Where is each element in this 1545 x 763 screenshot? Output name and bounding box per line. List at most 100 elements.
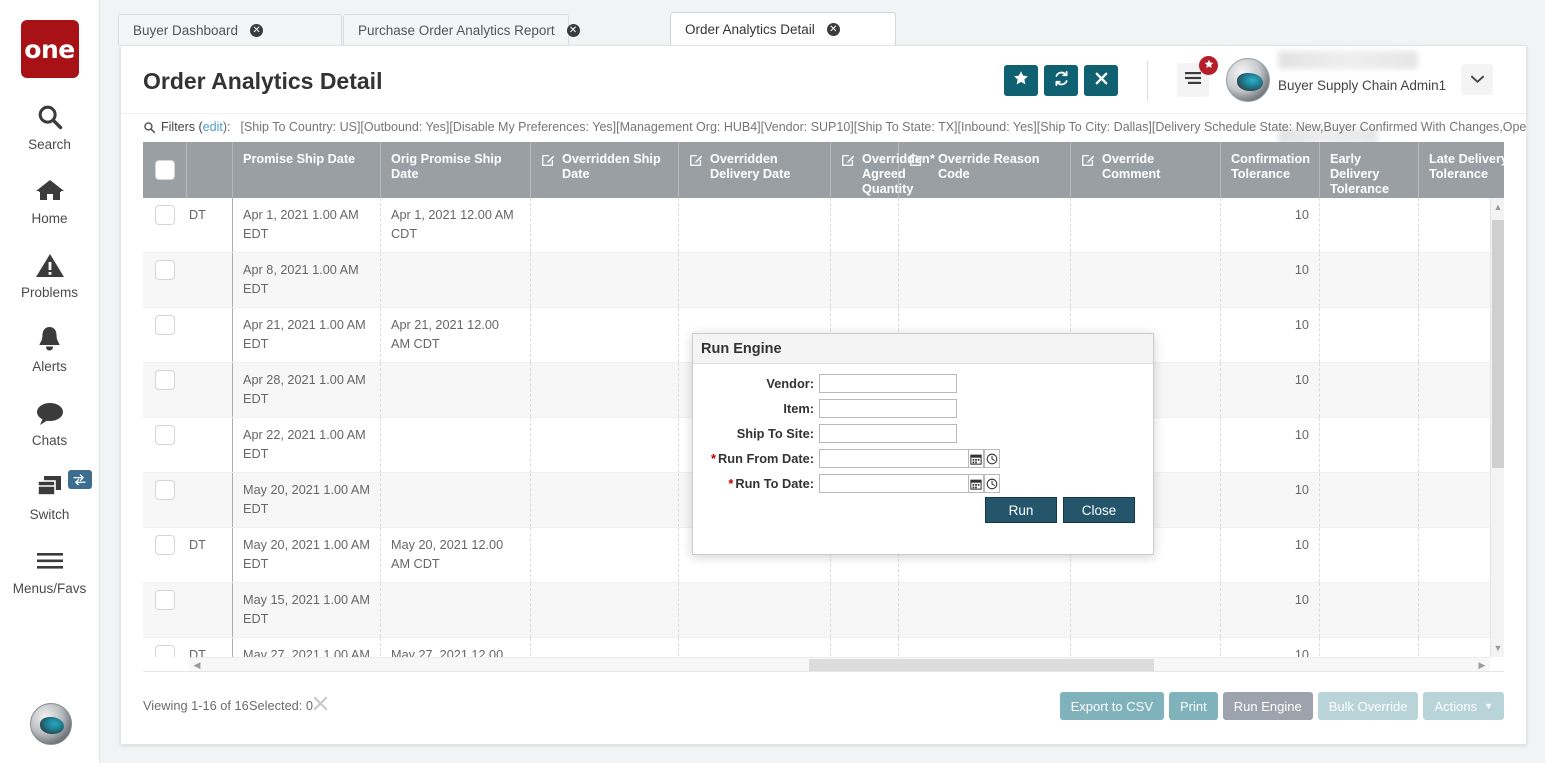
table-row[interactable]: DT Apr 1, 2021 1.00 AM EDT Apr 1, 2021 12.… xyxy=(143,198,1504,253)
cell-overridden-ship-date xyxy=(531,418,679,472)
vertical-scroll-thumb[interactable] xyxy=(1492,220,1504,468)
row-checkbox[interactable] xyxy=(155,590,175,610)
row-checkbox[interactable] xyxy=(155,645,175,657)
scroll-up-icon[interactable]: ▲ xyxy=(1491,198,1504,216)
export-to-csv-button[interactable]: Export to CSV xyxy=(1059,692,1164,720)
column-header[interactable]: Overridden Delivery Date xyxy=(679,142,831,198)
row-checkbox[interactable] xyxy=(155,535,175,555)
user-menu-dropdown[interactable] xyxy=(1461,64,1493,95)
row-select-cell[interactable] xyxy=(143,363,187,417)
horizontal-scroll-thumb[interactable] xyxy=(809,659,1154,671)
scroll-left-icon[interactable]: ◀ xyxy=(189,658,205,671)
scroll-right-icon[interactable]: ▶ xyxy=(1474,658,1490,671)
cell-promise-ship-date: May 27, 2021 1.00 AM EDT xyxy=(233,638,381,657)
grid-horizontal-scrollbar[interactable]: ◀ ▶ xyxy=(189,657,1490,671)
column-header[interactable]: Early Delivery Tolerance xyxy=(1320,142,1419,198)
close-icon[interactable]: ✕ xyxy=(566,24,580,37)
row-checkbox[interactable] xyxy=(155,425,175,445)
vendor-input[interactable] xyxy=(819,374,957,393)
column-header[interactable]: Override Comment xyxy=(1071,142,1221,198)
page-title: Order Analytics Detail xyxy=(143,68,383,94)
table-row[interactable]: May 15, 2021 1.00 AM EDT10M xyxy=(143,583,1504,638)
close-icon[interactable]: ✕ xyxy=(250,24,264,37)
column-header[interactable]: Orig Promise Ship Date xyxy=(381,142,531,198)
chevron-down-icon xyxy=(1470,71,1484,89)
grid-footer: Viewing 1-16 of 16 Selected: 0 Export to… xyxy=(121,672,1526,744)
sidebar-item-search[interactable]: Search xyxy=(0,100,100,152)
cell-early-delivery-tolerance xyxy=(1320,308,1419,362)
cell-overridden-agreed-quantity xyxy=(831,198,899,252)
row-checkbox[interactable] xyxy=(155,205,175,225)
row-select-cell[interactable] xyxy=(143,473,187,527)
cell-override-reason-code xyxy=(899,583,1071,637)
column-header[interactable]: Promise Ship Date xyxy=(233,142,381,198)
tab-purchase-order-analytics-report[interactable]: Purchase Order Analytics Report ✕ xyxy=(343,14,580,46)
cell-orig-promise-ship-date xyxy=(381,363,531,417)
row-select-cell[interactable] xyxy=(143,638,187,657)
form-row: * Run From Date: xyxy=(693,449,1153,468)
run-from-date-input[interactable] xyxy=(819,449,968,468)
column-header[interactable]: Overridden Ship Date xyxy=(531,142,679,198)
ship-to-site-input[interactable] xyxy=(819,424,957,443)
filters-edit-link[interactable]: edit xyxy=(203,120,223,134)
column-header[interactable]: Late Delivery Tolerance xyxy=(1419,142,1504,198)
column-header[interactable]: Confirmation Tolerance xyxy=(1221,142,1320,198)
print-button[interactable]: Print xyxy=(1169,692,1218,720)
calendar-icon[interactable] xyxy=(968,474,984,493)
cell-override-comment xyxy=(1071,583,1221,637)
row-checkbox[interactable] xyxy=(155,370,175,390)
dialog-button-group: Run Close xyxy=(985,497,1135,523)
actions-button[interactable]: Actions ▼ xyxy=(1423,692,1504,720)
frozen-partial-cell xyxy=(187,253,233,307)
run-to-date-input[interactable] xyxy=(819,474,968,493)
row-select-cell[interactable] xyxy=(143,253,187,307)
row-select-cell[interactable] xyxy=(143,198,187,252)
sidebar-item-alerts[interactable]: Alerts xyxy=(0,322,100,374)
row-select-cell[interactable] xyxy=(143,528,187,582)
table-row[interactable]: DTMay 27, 2021 1.00 AM EDTMay 27, 2021 1… xyxy=(143,638,1504,657)
row-checkbox[interactable] xyxy=(155,315,175,335)
close-dialog-button[interactable]: Close xyxy=(1063,497,1135,523)
sidebar-item-home[interactable]: Home xyxy=(0,174,100,226)
cell-orig-promise-ship-date: Apr 21, 2021 12.00 AM CDT xyxy=(381,308,531,362)
scroll-down-icon[interactable]: ▼ xyxy=(1491,639,1504,657)
refresh-button[interactable] xyxy=(1044,65,1078,96)
select-all-checkbox[interactable] xyxy=(154,160,175,180)
tab-order-analytics-detail[interactable]: Order Analytics Detail ✕ xyxy=(670,12,896,47)
run-button[interactable]: Run xyxy=(985,497,1057,523)
calendar-icon[interactable] xyxy=(968,449,984,468)
close-icon[interactable]: ✕ xyxy=(826,22,840,36)
sidebar-item-chats[interactable]: Chats xyxy=(0,396,100,448)
run-engine-button[interactable]: Run Engine xyxy=(1222,692,1313,720)
row-checkbox[interactable] xyxy=(155,480,175,500)
item-input[interactable] xyxy=(819,399,957,418)
sidebar-item-problems[interactable]: Problems xyxy=(0,248,100,300)
row-select-cell[interactable] xyxy=(143,583,187,637)
select-all-cell[interactable] xyxy=(143,142,187,198)
clock-icon[interactable] xyxy=(984,474,1000,493)
cell-promise-ship-date: Apr 1, 2021 1.00 AM EDT xyxy=(233,198,381,252)
clear-selection-icon[interactable] xyxy=(313,696,328,716)
switch-toggle-badge[interactable] xyxy=(67,470,92,489)
one-logo[interactable]: one xyxy=(20,20,79,78)
filters-label-end: ): xyxy=(222,120,231,134)
close-page-button[interactable] xyxy=(1084,65,1118,96)
frozen-partial-cell xyxy=(187,363,233,417)
sidebar-item-switch[interactable]: Switch xyxy=(0,470,100,522)
sidebar-item-menus-favs[interactable]: Menus/Favs xyxy=(0,544,100,596)
column-header[interactable]: Overridden Agreed Quantity xyxy=(831,142,930,198)
row-select-cell[interactable] xyxy=(143,418,187,472)
sidebar-label-switch: Switch xyxy=(29,507,70,522)
tab-buyer-dashboard[interactable]: Buyer Dashboard ✕ xyxy=(118,14,342,46)
column-header[interactable]: * Override Reason Code xyxy=(899,142,1071,198)
table-row[interactable]: Apr 8, 2021 1.00 AM EDT10M xyxy=(143,253,1504,308)
bulk-override-button[interactable]: Bulk Override xyxy=(1317,692,1419,720)
favorite-button[interactable] xyxy=(1004,65,1038,96)
clock-icon[interactable] xyxy=(984,449,1000,468)
user-avatar[interactable] xyxy=(1226,58,1270,102)
row-select-cell[interactable] xyxy=(143,308,187,362)
row-checkbox[interactable] xyxy=(155,260,175,280)
button-label: Bulk Override xyxy=(1328,698,1408,714)
avatar[interactable] xyxy=(30,703,72,745)
grid-vertical-scrollbar[interactable]: ▲ ▼ xyxy=(1490,198,1504,657)
